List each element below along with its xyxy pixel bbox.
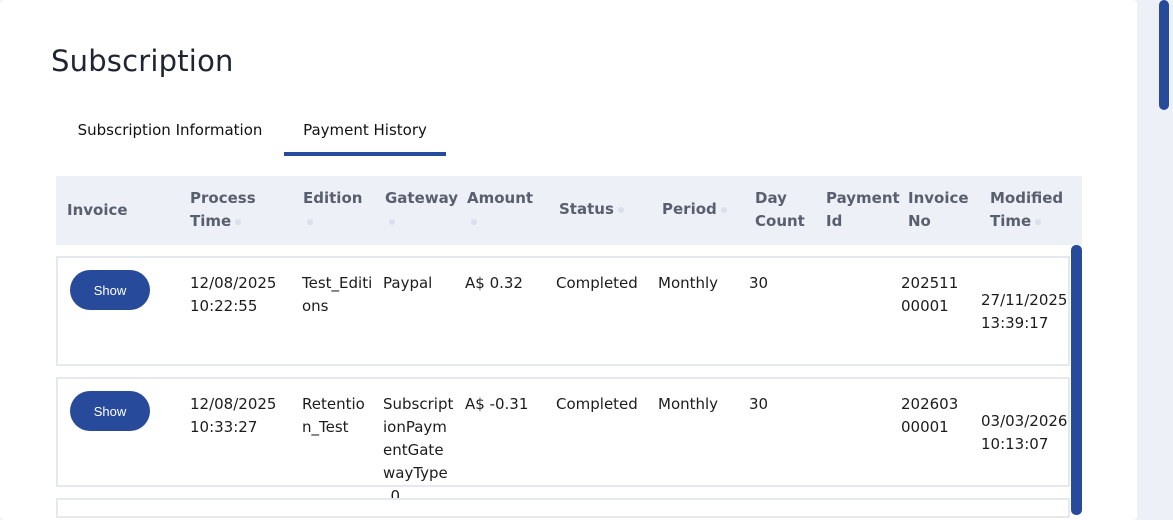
column-header-period[interactable]: Period	[662, 198, 752, 221]
cell-period: Monthly	[658, 395, 719, 413]
cell-modified-time: 27/11/2025 13:39:17	[981, 291, 1068, 332]
page-title: Subscription	[51, 44, 234, 78]
sort-icon[interactable]	[389, 218, 395, 225]
cell-process-time: 12/08/2025 10:22:55	[190, 274, 277, 315]
show-invoice-button[interactable]: Show	[70, 270, 150, 310]
column-header-invoice-no: Invoice No	[908, 189, 969, 230]
active-tab-indicator	[284, 152, 446, 156]
column-header-day-count: Day Count	[755, 189, 805, 230]
sort-icon[interactable]	[1035, 218, 1042, 225]
column-header-invoice: Invoice	[67, 201, 128, 219]
sort-icon[interactable]	[617, 206, 624, 213]
tab-subscription-information[interactable]: Subscription Information	[56, 108, 284, 152]
cell-edition: Retention_Test	[302, 395, 365, 436]
cell-process-time: 12/08/2025 10:33:27	[190, 395, 277, 436]
column-header-gateway[interactable]: Gateway	[385, 187, 463, 233]
page-scrollbar-thumb[interactable]	[1159, 0, 1169, 110]
cell-period: Monthly	[658, 274, 719, 292]
table-scrollbar-thumb[interactable]	[1071, 245, 1082, 515]
cell-day-count: 30	[749, 274, 769, 292]
cell-invoice-no: 20251100001	[901, 274, 959, 315]
table-row	[56, 498, 1070, 518]
cell-gateway: Paypal	[383, 274, 433, 292]
content-card: Subscription Subscription Information Pa…	[0, 0, 1137, 520]
table-header: Invoice Process Time Edition Gateway Amo…	[56, 176, 1082, 245]
cell-invoice-no: 20260300001	[901, 395, 959, 436]
sort-icon[interactable]	[471, 218, 477, 225]
column-header-edition[interactable]: Edition	[303, 187, 373, 233]
sort-icon[interactable]	[307, 218, 313, 225]
cell-edition: Test_Editions	[302, 274, 373, 315]
show-invoice-button[interactable]: Show	[70, 391, 150, 431]
cell-amount: A$ 0.32	[465, 274, 523, 292]
column-header-process-time[interactable]: Process Time	[190, 187, 290, 233]
cell-gateway: SubscriptionPaymentGatewayType_0	[383, 395, 454, 505]
sort-icon[interactable]	[720, 206, 727, 213]
table-row: Show 12/08/2025 10:22:55 Test_Editions P…	[56, 256, 1070, 366]
column-header-payment-id: Payment Id	[826, 189, 900, 230]
table-row: Show 12/08/2025 10:33:27 Retention_Test …	[56, 377, 1070, 505]
column-header-status[interactable]: Status	[559, 198, 649, 221]
cell-amount: A$ -0.31	[465, 395, 529, 413]
cell-day-count: 30	[749, 395, 769, 413]
column-header-modified-time[interactable]: Modified Time	[990, 187, 1070, 233]
column-header-amount[interactable]: Amount	[467, 187, 547, 233]
sort-icon[interactable]	[235, 218, 242, 225]
cell-status: Completed	[556, 274, 638, 292]
tab-payment-history[interactable]: Payment History	[284, 108, 446, 152]
cell-status: Completed	[556, 395, 638, 413]
cell-modified-time: 03/03/2026 10:13:07	[981, 412, 1068, 453]
